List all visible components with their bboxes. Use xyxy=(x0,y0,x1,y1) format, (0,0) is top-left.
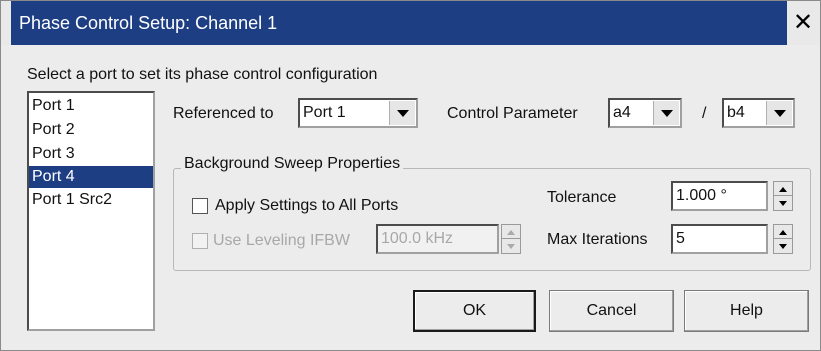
close-icon[interactable]: ✕ xyxy=(787,7,819,39)
tolerance-spinner-icon[interactable] xyxy=(773,181,793,211)
referenced-to-value: Port 1 xyxy=(303,104,346,121)
use-leveling-ifbw-checkbox[interactable] xyxy=(192,233,208,249)
port-list-item-port-1-src2[interactable]: Port 1 Src2 xyxy=(29,189,153,211)
cancel-button[interactable]: Cancel xyxy=(549,290,674,332)
use-leveling-ifbw-label: Use Leveling IFBW xyxy=(213,232,350,249)
chevron-down-icon[interactable] xyxy=(389,101,415,125)
max-iterations-input[interactable]: 5 xyxy=(671,224,768,254)
phase-control-dialog: Phase Control Setup: Channel 1 ✕ Select … xyxy=(0,0,821,351)
chevron-down-icon[interactable] xyxy=(766,101,792,125)
title-bar: Phase Control Setup: Channel 1 ✕ xyxy=(1,1,820,45)
max-iterations-spinner-icon[interactable] xyxy=(773,224,793,254)
background-sweep-legend: Background Sweep Properties xyxy=(181,155,404,173)
control-parameter-denominator-value: b4 xyxy=(727,104,745,121)
window-title: Phase Control Setup: Channel 1 xyxy=(11,1,787,45)
instruction-text: Select a port to set its phase control c… xyxy=(27,66,378,83)
control-parameter-numerator-value: a4 xyxy=(613,104,631,121)
port-list[interactable]: Port 1 Port 2 Port 3 Port 4 Port 1 Src2 xyxy=(27,91,155,331)
port-list-item-port-4[interactable]: Port 4 xyxy=(29,166,153,188)
referenced-to-select[interactable]: Port 1 xyxy=(298,98,418,128)
port-list-item-port-1[interactable]: Port 1 xyxy=(29,95,153,117)
apply-all-ports-checkbox[interactable] xyxy=(192,198,208,214)
help-button[interactable]: Help xyxy=(684,290,809,332)
referenced-to-label: Referenced to xyxy=(173,105,274,122)
control-parameter-label: Control Parameter xyxy=(447,105,578,122)
tolerance-label: Tolerance xyxy=(547,189,617,206)
control-parameter-denominator-select[interactable]: b4 xyxy=(722,98,795,128)
leveling-ifbw-input[interactable]: 100.0 kHz xyxy=(376,224,499,254)
control-parameter-numerator-select[interactable]: a4 xyxy=(608,98,682,128)
tolerance-input[interactable]: 1.000 ° xyxy=(671,181,768,211)
port-list-item-port-3[interactable]: Port 3 xyxy=(29,143,153,165)
max-iterations-label: Max Iterations xyxy=(547,231,648,248)
chevron-down-icon[interactable] xyxy=(653,101,679,125)
apply-all-ports-label: Apply Settings to All Ports xyxy=(215,197,399,214)
ratio-separator: / xyxy=(702,105,707,122)
ok-button[interactable]: OK xyxy=(413,290,536,332)
leveling-ifbw-spinner-icon[interactable] xyxy=(501,224,521,254)
port-list-item-port-2[interactable]: Port 2 xyxy=(29,119,153,141)
